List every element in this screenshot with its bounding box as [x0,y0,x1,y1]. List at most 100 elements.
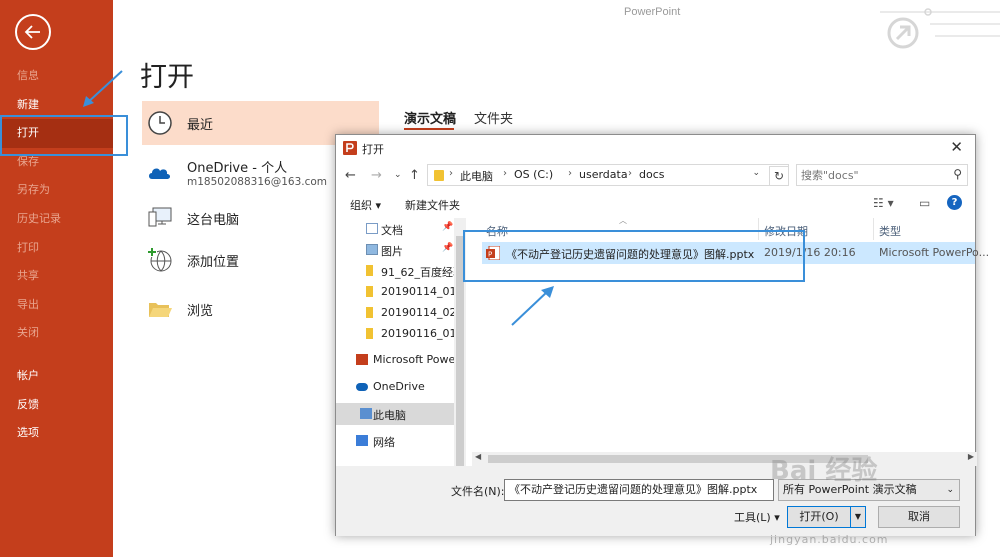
view-options-icon[interactable]: ☷ ▾ [873,196,894,210]
nav-pane-item[interactable]: OneDrive [336,376,454,398]
breadcrumb-docs[interactable]: docs [639,168,665,181]
folder-icon [366,307,373,318]
filename-label: 文件名(N): [451,485,505,498]
back-arrow-icon[interactable] [15,14,51,50]
cloud-icon [149,168,170,179]
network-icon [356,435,368,446]
nav-pane-label: 图片 [381,245,403,258]
computer-icon [360,408,372,419]
nav-feedback[interactable]: 反馈 [0,391,113,420]
nav-pane-item[interactable]: 20190114_02_E [336,302,454,324]
breadcrumb-separator-icon: › [503,168,507,179]
decorative-circuit-graphic [880,8,1000,49]
file-list-hscrollbar[interactable]: ◀ ▶ [472,452,977,466]
pin-icon: 📌 [442,222,454,232]
cancel-button[interactable]: 取消 [878,506,960,528]
nav-pane-item[interactable]: 20190114_01_E [336,281,454,303]
breadcrumb-separator-icon: › [449,168,453,179]
organize-label: 组织 [350,199,372,212]
recent-locations-chevron-icon[interactable]: ⌄ [394,170,402,180]
nav-account[interactable]: 帐户 [0,362,113,391]
nav-history[interactable]: 历史记录 [0,205,113,234]
annotation-box-nav-open [0,115,128,156]
nav-gap [0,348,113,362]
folder-icon [434,170,444,181]
nav-print[interactable]: 打印 [0,234,113,263]
preview-pane-icon[interactable]: ▭ [919,196,930,210]
nav-pane-label: 20190114_01_E [381,285,454,298]
help-icon[interactable]: ? [947,195,962,210]
dialog-title-bar: 打开 ✕ [336,135,975,161]
nav-pane-item[interactable]: 文档 📌 [336,218,454,240]
nav-pane-label: 20190114_02_E [381,306,454,319]
annotation-box-file [463,230,805,282]
scroll-left-icon[interactable]: ◀ [475,452,481,461]
back-icon[interactable]: ← [345,168,356,183]
nav-pane-item[interactable]: 20190116_01_F [336,323,454,345]
location-label: OneDrive - 个人 [187,161,288,176]
nav-pane-label: OneDrive [373,380,425,393]
sort-ascending-icon: ︿ [619,216,627,225]
nav-export[interactable]: 导出 [0,291,113,320]
powerpoint-icon [356,354,368,365]
new-folder-button[interactable]: 新建文件夹 [405,197,460,213]
clock-icon [148,111,172,135]
location-account-email: m18502088316@163.com [187,176,328,188]
location-label: 最近 [187,118,214,133]
up-folder-icon[interactable]: ↑ [409,168,420,183]
tab-folders[interactable]: 文件夹 [474,108,513,127]
powerpoint-icon [343,141,357,155]
annotation-arrow-nav [83,70,123,107]
search-input[interactable] [801,167,941,183]
location-label: 添加位置 [187,255,240,270]
tools-button[interactable]: 工具(L) ▾ [734,509,780,525]
nav-pane-item[interactable]: 此电脑 [336,403,454,425]
nav-close[interactable]: 关闭 [0,319,113,348]
filename-input[interactable]: 《不动产登记历史遗留问题的处理意见》图解.pptx [504,479,774,501]
scroll-right-icon[interactable]: ▶ [968,452,974,461]
open-button[interactable]: 打开(O) [787,506,851,528]
location-label: 这台电脑 [187,213,240,228]
breadcrumb-this-pc[interactable]: 此电脑 [460,168,493,184]
annotation-arrow-file [511,286,554,326]
search-box[interactable]: ⚲ [796,164,968,186]
breadcrumb-drive[interactable]: OS (C:) [514,168,553,181]
nav-pane-item[interactable]: 图片 📌 [336,239,454,261]
address-dropdown-icon[interactable]: ⌄ [752,168,760,178]
nav-pane-item[interactable]: Microsoft Power [336,349,454,371]
folder-open-icon [149,303,172,317]
nav-pane-item[interactable]: 91_62_百度经验 [336,260,454,282]
dialog-toolbar: 组织 ▾ 新建文件夹 ☷ ▾ ▭ ? [336,192,975,216]
nav-pane-item[interactable]: 网络 [336,430,454,452]
address-bar[interactable]: › 此电脑 › OS (C:) › userdata › docs ⌄ [427,164,789,186]
folder-icon [366,265,373,276]
open-options-chevron-icon[interactable]: ▼ [851,506,866,528]
nav-options[interactable]: 选项 [0,419,113,448]
nav-pane-label: 文档 [381,224,403,237]
breadcrumb-separator-icon: › [568,168,572,179]
close-icon[interactable]: ✕ [950,138,963,156]
globe-add-icon [147,247,172,272]
column-type[interactable]: 类型 [879,223,901,239]
address-row: ← → ⌄ ↑ › 此电脑 › OS (C:) › userdata › doc… [336,163,975,189]
refresh-icon[interactable]: ↻ [769,166,789,186]
location-label: 浏览 [187,304,214,319]
breadcrumb-separator-icon: › [628,168,632,179]
watermark-url: jingyan.baidu.com [770,533,889,546]
watermark-logo: Bai 经验 [770,456,878,486]
chevron-down-icon: ⌄ [946,485,954,495]
organize-button[interactable]: 组织 ▾ [350,197,381,213]
page-title: 打开 [140,62,194,93]
breadcrumb-userdata[interactable]: userdata [579,168,628,181]
nav-pane-label: 20190116_01_F [381,327,454,340]
column-separator [873,218,874,240]
nav-pane-label: Microsoft Power [373,353,454,366]
nav-share[interactable]: 共享 [0,262,113,291]
dialog-footer: 文件名(N): 《不动产登记历史遗留问题的处理意见》图解.pptx 所有 Pow… [336,466,975,536]
forward-icon[interactable]: → [371,168,382,183]
folder-icon [366,286,373,297]
computer-icon [148,207,172,227]
document-icon [366,223,378,234]
nav-save-as[interactable]: 另存为 [0,176,113,205]
tab-presentations[interactable]: 演示文稿 [404,108,456,127]
